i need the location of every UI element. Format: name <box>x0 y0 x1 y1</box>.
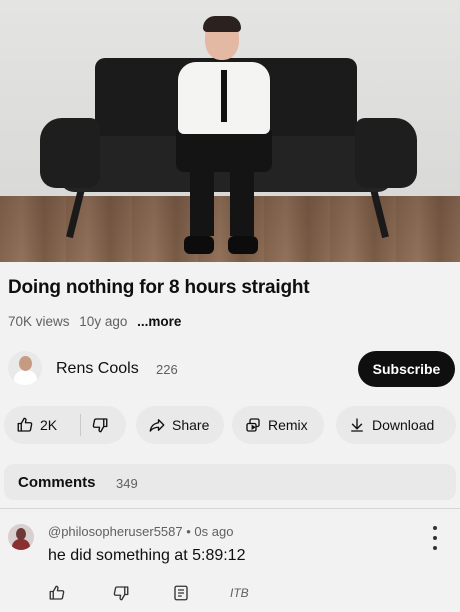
comment-actions: ITB <box>0 582 460 606</box>
subscribe-button[interactable]: Subscribe <box>358 351 455 387</box>
thumbs-up-icon <box>17 417 33 432</box>
channel-row: Rens Cools 226 Subscribe <box>0 349 460 389</box>
vertical-dots-icon[interactable] <box>428 526 442 550</box>
view-count: 70K views <box>8 314 70 329</box>
commenter-avatar[interactable] <box>8 524 34 550</box>
channel-name[interactable]: Rens Cools <box>56 360 139 378</box>
action-bar: 2K Share Remix Download <box>0 406 460 444</box>
man-shoe-right <box>228 236 258 254</box>
comments-count: 349 <box>116 476 138 491</box>
more-link[interactable]: ...more <box>137 314 181 329</box>
upload-age: 10y ago <box>79 314 128 329</box>
share-label: Share <box>172 417 210 433</box>
comment-header: @philosopheruser5587 • 0s ago <box>48 524 233 539</box>
sofa-arm-right <box>355 118 417 188</box>
reply-icon[interactable] <box>172 584 190 602</box>
comment-text: he did something at 5:89:12 <box>48 547 246 564</box>
comment-time: 0s ago <box>194 524 234 539</box>
section-divider <box>0 508 460 509</box>
like-dislike-pill: 2K <box>4 406 126 444</box>
man-hair <box>203 16 241 32</box>
man-shoe-left <box>184 236 214 254</box>
share-button[interactable]: Share <box>136 406 224 444</box>
like-button[interactable]: 2K <box>4 416 80 434</box>
download-label: Download <box>372 417 435 433</box>
thumbs-down-icon[interactable] <box>112 584 130 602</box>
download-button[interactable]: Download <box>336 406 456 444</box>
video-meta[interactable]: 70K views 10y ago ...more <box>8 314 181 329</box>
thumbs-up-icon[interactable] <box>48 584 66 602</box>
man-leg-right <box>230 166 254 236</box>
man-leg-left <box>190 166 214 236</box>
thumbs-down-icon <box>92 418 108 433</box>
man-tie <box>221 70 227 122</box>
video-title: Doing nothing for 8 hours straight <box>8 277 310 298</box>
comment-item: @philosopheruser5587 • 0s ago he did som… <box>0 516 460 612</box>
comments-section-header[interactable]: Comments 349 <box>4 464 456 500</box>
subscriber-count: 226 <box>156 362 178 377</box>
like-count: 2K <box>40 417 58 433</box>
remix-icon <box>246 418 260 432</box>
dislike-button[interactable] <box>81 416 109 434</box>
channel-avatar[interactable] <box>8 351 42 385</box>
video-thumbnail[interactable] <box>0 0 460 262</box>
remix-button[interactable]: Remix <box>232 406 324 444</box>
remix-label: Remix <box>268 417 308 433</box>
comment-author[interactable]: @philosopheruser5587 <box>48 524 183 539</box>
share-arrow-icon <box>149 419 165 432</box>
comments-label: Comments <box>18 474 96 491</box>
sofa-arm-left <box>40 118 100 188</box>
comment-extra-text: ITB <box>230 586 249 600</box>
download-arrow-icon <box>351 418 363 432</box>
